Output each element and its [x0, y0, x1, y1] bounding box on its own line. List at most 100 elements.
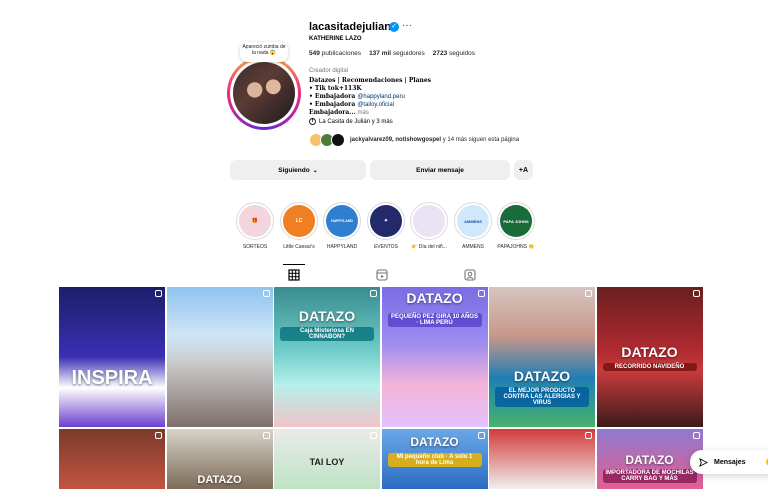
- send-icon: [699, 457, 708, 467]
- tagged-tab-icon[interactable]: [464, 269, 476, 281]
- followed-by-row[interactable]: jackyalvarez09, notishowgospel y 14 más …: [309, 133, 519, 147]
- posts-count: 549 publicaciones: [309, 50, 361, 57]
- carousel-icon: [370, 290, 377, 297]
- highlight-little-caesars[interactable]: LC Little Caesar's: [279, 202, 319, 250]
- post-caption: INSPIRA: [71, 367, 153, 389]
- highlight-dia-del-nino[interactable]: 👉 Día del niñ...: [409, 202, 449, 250]
- avatar-photo: [233, 62, 295, 124]
- following-number: 2723: [432, 50, 448, 57]
- post-subcaption: RECORRIDO NAVIDEÑO: [602, 363, 697, 371]
- post-caption: TAI LOY: [309, 456, 345, 467]
- facebook-link-text: La Casita de Julián y 3 más: [319, 118, 393, 125]
- highlight-label: PAPAJOHNS 👏: [497, 244, 535, 250]
- post-caption: DATAZO: [621, 344, 678, 360]
- highlight-ring: LC: [280, 202, 318, 240]
- post-thumbnail[interactable]: INSPIRA: [59, 287, 165, 427]
- send-message-button[interactable]: Enviar mensaje: [370, 160, 510, 180]
- highlight-sorteos[interactable]: 🎁 SORTEOS: [235, 202, 275, 250]
- carousel-icon: [155, 290, 162, 297]
- highlight-ring: HAPPYLAND: [323, 202, 361, 240]
- post-caption: DATAZO: [513, 368, 571, 384]
- messages-button[interactable]: Mensajes: [690, 450, 768, 474]
- highlight-papajohns[interactable]: PAPA JOHNS PAPAJOHNS 👏: [496, 202, 536, 250]
- post-thumbnail[interactable]: DATAZO Caja Misteriosa EN CINNABON?: [274, 287, 380, 427]
- post-thumbnail[interactable]: TAI LOY: [274, 428, 380, 489]
- bio-ambassador-label: • Embajadora: [309, 101, 358, 108]
- post-caption: DATAZO: [298, 308, 356, 324]
- add-person-icon: +A: [518, 166, 529, 174]
- highlight-label: EVENTOS: [374, 244, 398, 250]
- followers-label: seguidores: [392, 50, 425, 57]
- carousel-icon: [262, 290, 270, 297]
- profile-stats: 549 publicaciones 137 mil seguidores 272…: [309, 50, 475, 57]
- highlight-ring: PAPA JOHNS: [497, 202, 535, 240]
- highlight-eventos[interactable]: ✦ EVENTOS: [366, 202, 406, 250]
- carousel-icon: [262, 431, 270, 439]
- followed-by-text: jackyalvarez09, notishowgospel y 14 más …: [350, 137, 519, 143]
- posts-grid: INSPIRA DATAZO Caja Misteriosa EN CINNAB…: [59, 287, 703, 490]
- highlight-image: LC: [283, 205, 315, 237]
- profile-note-bubble[interactable]: Apareció zumba de la nada 😱: [240, 42, 288, 62]
- post-thumbnail[interactable]: [59, 428, 165, 489]
- post-thumbnail[interactable]: DATAZO EL MEJOR PRODUCTO CONTRA LAS ALER…: [489, 287, 595, 427]
- highlight-ring: AMMENS: [454, 202, 492, 240]
- more-options-icon[interactable]: ···: [402, 20, 412, 31]
- post-caption: DATAZO: [197, 473, 242, 486]
- reels-tab-icon[interactable]: [376, 269, 388, 281]
- highlight-label: HAPPYLAND: [326, 244, 358, 250]
- following-button-label: Siguiendo: [278, 166, 310, 174]
- following-label: seguidos: [449, 50, 476, 57]
- facebook-icon: f: [309, 118, 316, 125]
- bio-line-1: Datazos | Recomendaciones | Planes: [309, 77, 432, 84]
- follower-avatar: [331, 133, 345, 147]
- bio-link-happyland[interactable]: @happyland.peru: [357, 94, 404, 100]
- profile-full-name: KATHERINE LAZO: [309, 36, 362, 42]
- post-subcaption: Mi pequeño club · A solo 1 hora de Lima: [387, 452, 482, 467]
- bio-link-tailoy[interactable]: @tailoy.oficial: [357, 102, 394, 108]
- posts-number: 549: [309, 50, 320, 57]
- chevron-down-icon: ⌄: [312, 167, 318, 174]
- profile-category: Creador digital: [309, 68, 349, 74]
- followers-number: 137 mil: [369, 50, 392, 57]
- profile-avatar[interactable]: [227, 56, 301, 130]
- following-button[interactable]: Siguiendo ⌄: [230, 160, 366, 180]
- post-thumbnail[interactable]: DATAZO PEQUEÑO PEZ GIRA 10 AÑOS · LIMA P…: [381, 287, 488, 427]
- post-thumbnail[interactable]: DATAZO Mi pequeño club · A solo 1 hora d…: [381, 428, 488, 489]
- post-thumbnail[interactable]: [489, 428, 595, 489]
- highlight-label: AMMENS: [462, 244, 484, 250]
- post-subcaption: Caja Misteriosa EN CINNABON?: [280, 327, 374, 341]
- post-thumbnail[interactable]: DATAZO: [166, 428, 273, 489]
- followed-by-suffix: y 14 más siguen esta página: [442, 137, 520, 143]
- carousel-icon: [370, 431, 377, 439]
- highlight-label: 👉 Día del niñ...: [411, 244, 447, 250]
- post-caption: DATAZO: [410, 434, 459, 449]
- post-caption: DATAZO: [625, 452, 674, 467]
- carousel-icon: [585, 431, 592, 439]
- messages-label: Mensajes: [714, 458, 746, 466]
- following-count[interactable]: 2723 seguidos: [433, 50, 475, 57]
- highlight-image: ✦: [370, 205, 402, 237]
- highlight-label: SORTEOS: [242, 244, 268, 250]
- highlight-ammens[interactable]: AMMENS AMMENS: [453, 202, 493, 250]
- carousel-icon: [692, 431, 700, 439]
- suggest-users-button[interactable]: +A: [514, 160, 533, 180]
- post-subcaption: EL MEJOR PRODUCTO CONTRA LAS ALERGIAS Y …: [495, 387, 589, 407]
- highlight-image: AMMENS: [457, 205, 489, 237]
- highlight-happyland[interactable]: HAPPYLAND HAPPYLAND: [322, 202, 362, 250]
- bio-more-link[interactable]: más: [358, 110, 369, 116]
- followers-count[interactable]: 137 mil seguidores: [369, 50, 425, 57]
- bio-ambassador-label: • Embajadora: [309, 93, 358, 100]
- highlight-ring: ✦: [367, 202, 405, 240]
- send-message-label: Enviar mensaje: [416, 166, 464, 174]
- bio-truncated: Embajadora...: [309, 109, 356, 116]
- facebook-link-row[interactable]: f La Casita de Julián y 3 más: [309, 118, 393, 125]
- post-thumbnail[interactable]: [166, 287, 273, 427]
- carousel-icon: [155, 431, 162, 439]
- carousel-icon: [585, 290, 592, 297]
- profile-username: lacasitadejulian: [309, 21, 391, 33]
- post-thumbnail[interactable]: DATAZO IMPORTADORA DE MOCHILAS CARRY BAG…: [596, 428, 703, 489]
- profile-bio: Datazos | Recomendaciones | Planes • Tik…: [309, 77, 431, 117]
- grid-tab-icon[interactable]: [288, 269, 300, 281]
- post-thumbnail[interactable]: DATAZO RECORRIDO NAVIDEÑO: [596, 287, 703, 427]
- carousel-icon: [692, 290, 700, 297]
